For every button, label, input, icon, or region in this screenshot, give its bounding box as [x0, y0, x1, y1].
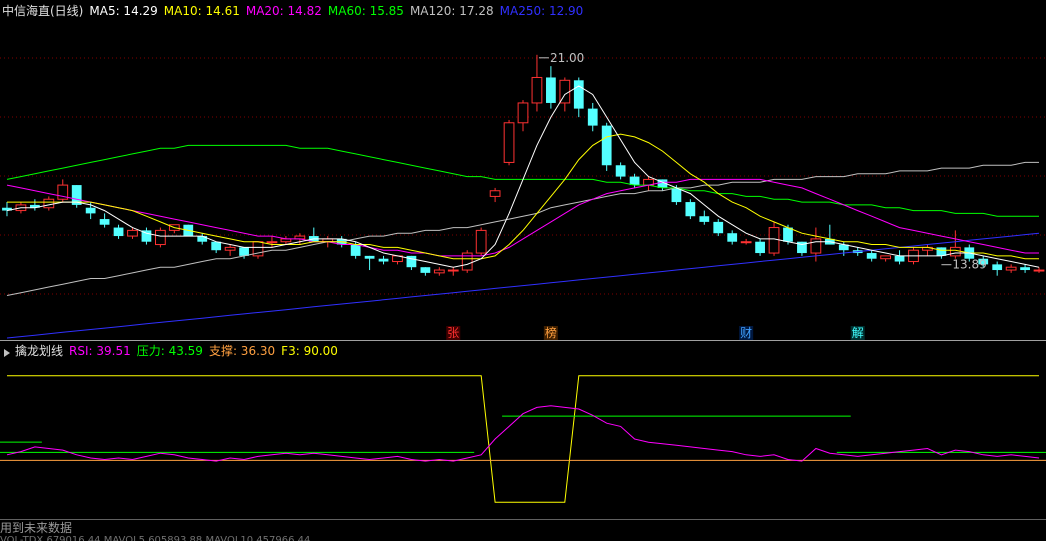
- main-indicator-value-1: MA10: 14.61: [163, 4, 240, 18]
- sub-indicator-value-0: RSI: 39.51: [69, 344, 131, 358]
- volume-status-line: VOL-TDX 679016.44 MAVOL5 605893.88 MAVOL…: [0, 535, 311, 541]
- candle-body: [475, 229, 487, 254]
- candle-body: [420, 267, 431, 273]
- candle-body: [266, 241, 278, 244]
- ma120-line: [6, 161, 1039, 296]
- low-price-label: 13.89: [952, 258, 986, 272]
- candle-body: [350, 244, 361, 256]
- candle-body: [1005, 266, 1017, 271]
- candle-body: [783, 227, 793, 242]
- candle-body: [239, 247, 249, 256]
- candle-body: [113, 227, 124, 237]
- candle-body: [768, 227, 780, 254]
- candle-body: [155, 229, 166, 246]
- high-price-label: 21.00: [550, 51, 584, 65]
- candle-body: [531, 76, 543, 104]
- candle-body: [224, 246, 236, 251]
- candle-body: [601, 125, 612, 166]
- sub-panel-header: 擒龙划线 RSI: 39.51 压力: 43.59 支撑: 36.30 F3: 90.0…: [2, 342, 350, 360]
- candle-body: [685, 202, 696, 217]
- candle-body: [211, 241, 222, 251]
- candle-body: [43, 198, 55, 209]
- candle-body: [866, 253, 877, 259]
- candle-body: [615, 165, 626, 177]
- candle-body: [546, 77, 556, 103]
- main-indicator-legend: MA5: 14.29 MA10: 14.61 MA20: 14.82 MA60: 15…: [89, 4, 589, 18]
- candle-body: [699, 216, 710, 222]
- future-data-note: 用到未来数据: [0, 521, 73, 535]
- main-indicator-value-4: MA120: 17.28: [409, 4, 494, 18]
- candle-body: [949, 246, 961, 257]
- candle-body: [447, 269, 459, 272]
- candle-body: [489, 190, 501, 197]
- candle-body: [517, 102, 529, 124]
- ma60-line: [6, 144, 1039, 217]
- sub-indicator-value-2: 支撑: 36.30: [208, 344, 276, 358]
- candle-body: [992, 264, 1003, 271]
- candle-body: [587, 108, 598, 126]
- sub-indicator-value-3: F3: 90.00: [281, 344, 338, 358]
- candle-body: [127, 229, 138, 237]
- chart-canvas[interactable]: 21.00 13.89 张 榜 财 解: [0, 0, 1046, 541]
- candle-body: [740, 241, 752, 244]
- candle-body: [1033, 269, 1045, 272]
- candle-body: [629, 176, 640, 186]
- candle-body: [197, 236, 208, 242]
- candle-body: [364, 255, 375, 259]
- candle-body: [936, 247, 947, 256]
- candle-body: [1020, 267, 1030, 271]
- event-marker-2: 财: [740, 326, 752, 340]
- event-marker-0: 张: [447, 326, 459, 340]
- ma250-line: [6, 232, 1040, 339]
- candle-body: [85, 207, 96, 214]
- candle-body: [433, 269, 445, 274]
- candle-body: [727, 233, 738, 242]
- candle-body: [378, 258, 389, 262]
- event-marker-3: 解: [852, 326, 864, 340]
- candle-body: [755, 241, 765, 254]
- sub-indicator-legend: RSI: 39.51 压力: 43.59 支撑: 36.30 F3: 90.00: [69, 344, 344, 358]
- main-indicator-value-3: MA60: 15.85: [327, 4, 404, 18]
- candle-body: [671, 187, 682, 203]
- sub-chart-title: 擒龙划线: [15, 344, 64, 358]
- main-indicator-value-0: MA5: 14.29: [89, 4, 158, 18]
- event-marker-1: 榜: [545, 325, 557, 340]
- candle-body: [894, 255, 905, 262]
- main-indicator-value-2: MA20: 14.82: [245, 4, 322, 18]
- candle-body: [573, 80, 584, 109]
- main-chart-title: 中信海直(日线): [2, 4, 84, 18]
- sub-indicator-value-1: 压力: 43.59: [136, 344, 203, 358]
- candle-body: [880, 255, 891, 260]
- main-indicator-value-5: MA250: 12.90: [499, 4, 584, 18]
- candle-body: [99, 219, 110, 225]
- candle-body: [713, 221, 724, 234]
- candle-body: [810, 238, 822, 254]
- candle-body: [503, 122, 515, 163]
- main-panel-header: 中信海直(日线) MA5: 14.29 MA10: 14.61 MA20: 14.82…: [2, 2, 595, 20]
- f3-line: [7, 375, 1039, 503]
